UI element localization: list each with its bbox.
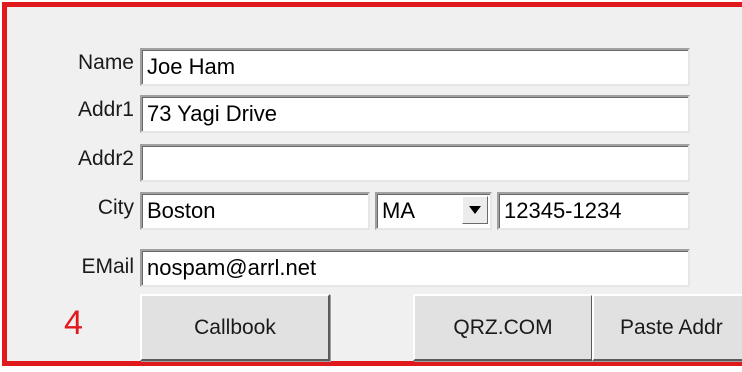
name-label: Name: [77, 51, 134, 74]
qrz-button[interactable]: QRZ.COM: [413, 294, 593, 361]
city-label: City: [97, 196, 134, 219]
email-field[interactable]: nospam@arrl.net: [140, 249, 690, 287]
qrz-button-label: QRZ.COM: [453, 316, 553, 339]
addr1-label: Addr1: [77, 98, 134, 121]
address-panel: Name Joe Ham Addr1 73 Yagi Drive Addr2 C…: [2, 2, 742, 366]
callbook-button[interactable]: Callbook: [140, 294, 330, 361]
addr2-field[interactable]: [140, 144, 690, 182]
state-value: MA: [382, 198, 415, 223]
zip-field[interactable]: 12345-1234: [497, 192, 690, 230]
chevron-down-icon: [469, 206, 481, 214]
state-dropdown-button[interactable]: [462, 196, 488, 224]
email-label: EMail: [81, 255, 134, 278]
name-field[interactable]: Joe Ham: [140, 48, 690, 86]
state-select[interactable]: MA: [375, 192, 492, 230]
callout-number: 4: [64, 304, 83, 342]
paste-addr-button-label: Paste Addr: [620, 316, 723, 339]
addr2-label: Addr2: [77, 147, 134, 170]
callbook-button-label: Callbook: [194, 316, 276, 339]
addr1-field[interactable]: 73 Yagi Drive: [140, 95, 690, 133]
city-field[interactable]: Boston: [140, 192, 370, 230]
paste-addr-button[interactable]: Paste Addr: [592, 294, 742, 361]
